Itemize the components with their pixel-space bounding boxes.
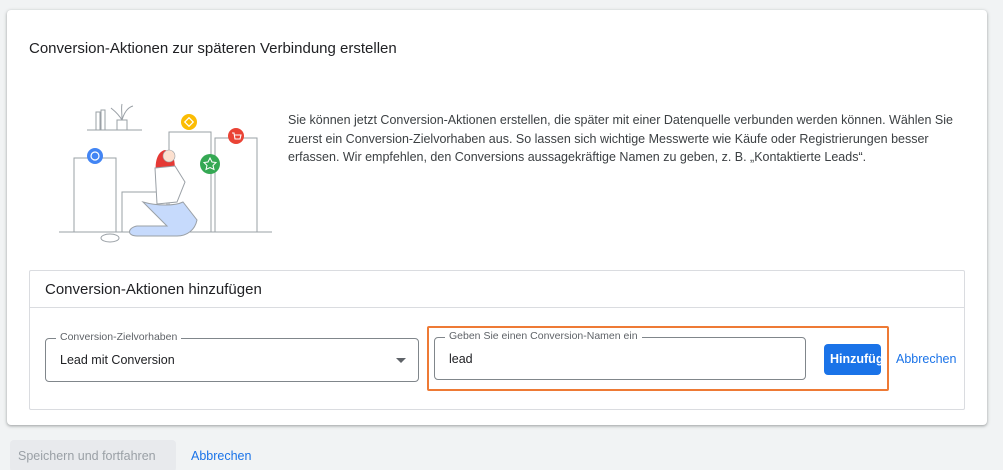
intro-description: Sie können jetzt Conversion-Aktionen ers… bbox=[288, 113, 953, 164]
conversion-name-input[interactable]: Geben Sie einen Conversion-Namen ein lea… bbox=[434, 330, 806, 380]
dropdown-caret-icon bbox=[396, 358, 406, 363]
conversion-name-label: Geben Sie einen Conversion-Namen ein bbox=[445, 330, 642, 342]
save-and-continue-button[interactable]: Speichern und fortfahren bbox=[10, 440, 176, 470]
goal-select-label: Conversion-Zielvorhaben bbox=[56, 331, 182, 343]
goal-select[interactable]: Conversion-Zielvorhaben Lead mit Convers… bbox=[45, 331, 419, 382]
cart-icon bbox=[228, 128, 244, 144]
cancel-add-link[interactable]: Abbrechen bbox=[896, 352, 956, 366]
add-conversion-section: Conversion-Aktionen hinzufügen Conversio… bbox=[29, 270, 965, 410]
sync-icon bbox=[87, 148, 103, 164]
conversion-name-value: lead bbox=[449, 352, 473, 366]
illustration bbox=[59, 103, 272, 243]
goal-select-value: Lead mit Conversion bbox=[60, 353, 175, 367]
conversion-card: Conversion-Aktionen zur späteren Verbind… bbox=[7, 10, 987, 425]
section-title: Conversion-Aktionen hinzufügen bbox=[45, 281, 262, 298]
cancel-link[interactable]: Abbrechen bbox=[191, 449, 251, 463]
page-title: Conversion-Aktionen zur späteren Verbind… bbox=[29, 40, 397, 57]
divider bbox=[30, 307, 964, 308]
tag-icon bbox=[181, 114, 197, 130]
add-button[interactable]: Hinzufügen bbox=[824, 344, 881, 375]
